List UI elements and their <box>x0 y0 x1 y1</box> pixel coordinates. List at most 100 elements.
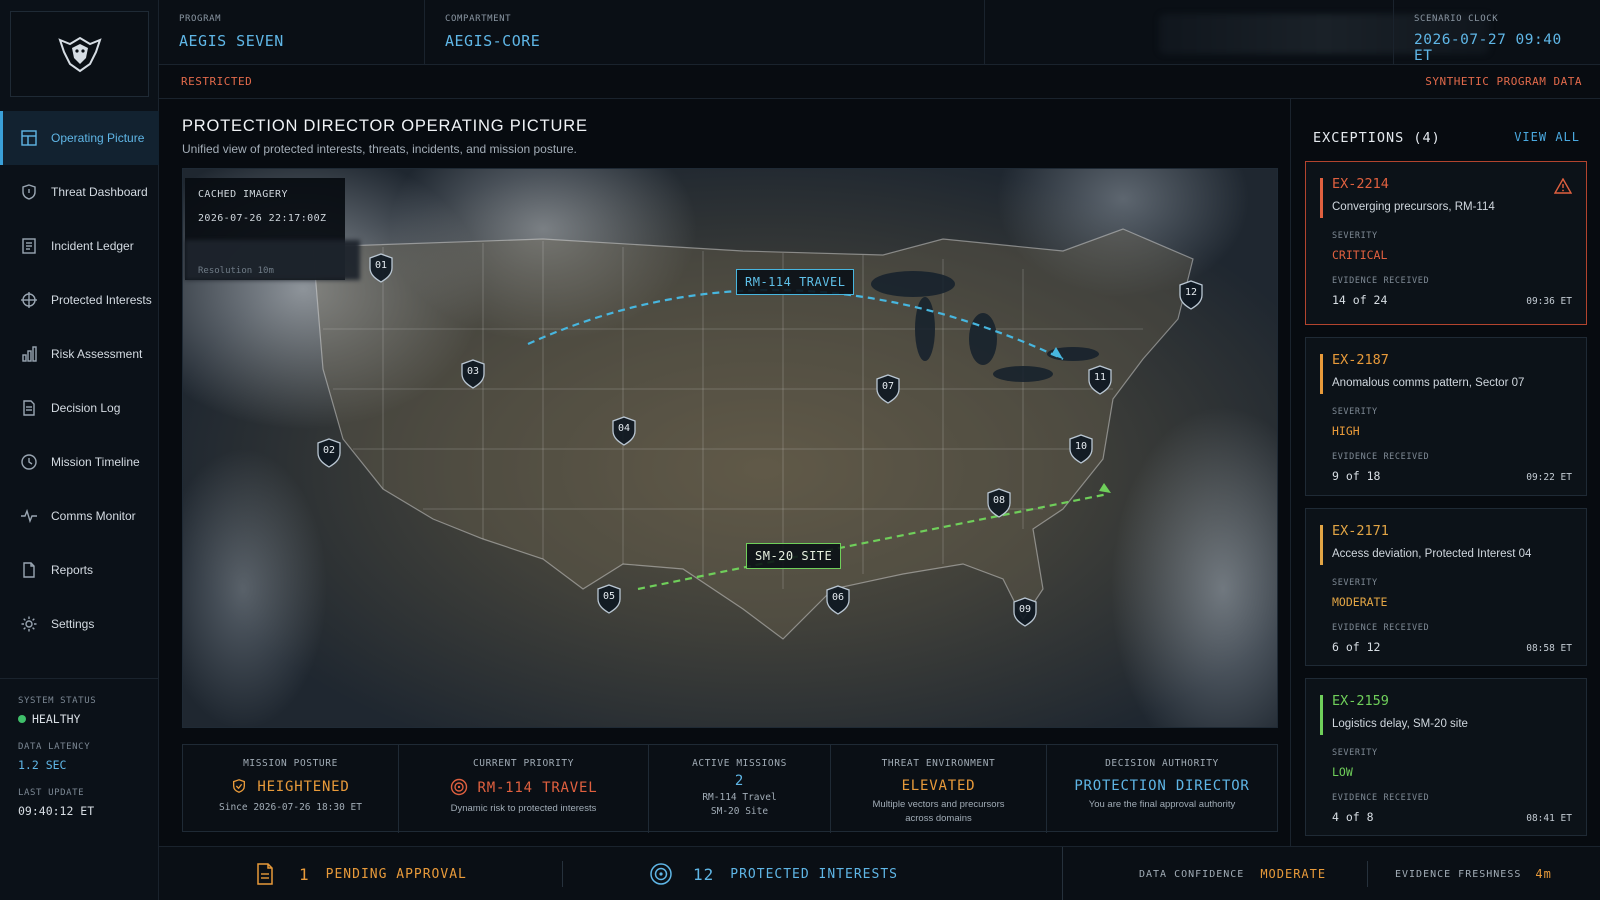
sidebar-item-settings[interactable]: Settings <box>0 597 159 651</box>
grid-icon <box>20 129 38 147</box>
map-marker-12[interactable]: 12 <box>1178 280 1204 310</box>
protected-interests-button[interactable]: 12 PROTECTED INTERESTS <box>649 847 898 900</box>
map-marker-06[interactable]: 06 <box>825 585 851 615</box>
scenario-clock-cell: SCENARIO CLOCK 2026-07-27 09:40 ET <box>1393 0 1600 65</box>
sidebar-item-label: Protected Interests <box>51 293 152 307</box>
pending-label: PENDING APPROVAL <box>325 866 467 882</box>
top-bar: PROGRAM AEGIS SEVEN COMPARTMENT AEGIS-CO… <box>159 0 1600 65</box>
kpi-mission-posture[interactable]: MISSION POSTURE HEIGHTENED Since 2026-07… <box>183 745 399 833</box>
map-marker-09[interactable]: 09 <box>1012 597 1038 627</box>
operating-map[interactable]: CACHED IMAGERY 2026-07-26 22:17:00Z Reso… <box>182 168 1278 728</box>
severity-value: HIGH <box>1332 424 1360 438</box>
sidebar-nav: Operating Picture Threat Dashboard Incid… <box>0 111 159 651</box>
exception-card[interactable]: EX-2159 Logistics delay, SM-20 site SEVE… <box>1305 678 1587 836</box>
evidence-row: 9 of 18 09:22 ET <box>1332 469 1572 483</box>
marker-label: 03 <box>466 366 480 377</box>
exception-id: EX-2159 <box>1332 693 1389 709</box>
evidence-label: EVIDENCE RECEIVED <box>1332 276 1430 286</box>
sidebar-item-comms-monitor[interactable]: Comms Monitor <box>0 489 159 543</box>
sidebar-item-label: Incident Ledger <box>51 239 134 253</box>
evidence-time: 08:58 ET <box>1526 643 1572 654</box>
sidebar-item-reports[interactable]: Reports <box>0 543 159 597</box>
kpi-value: HEIGHTENED <box>183 778 398 795</box>
map-marker-08[interactable]: 08 <box>986 488 1012 518</box>
evidence-time: 08:41 ET <box>1526 813 1572 824</box>
mission-kpi-strip: MISSION POSTURE HEIGHTENED Since 2026-07… <box>182 744 1278 833</box>
view-all-link[interactable]: VIEW ALL <box>1514 130 1580 144</box>
page-subtitle: Unified view of protected interests, thr… <box>182 142 577 156</box>
divider <box>1062 847 1063 900</box>
sidebar-item-label: Mission Timeline <box>51 455 140 469</box>
exception-desc: Anomalous comms pattern, Sector 07 <box>1332 377 1525 389</box>
marker-label: 06 <box>831 592 845 603</box>
route-label-sm-20[interactable]: SM-20 SITE <box>746 543 842 569</box>
kpi-threat-environment[interactable]: THREAT ENVIRONMENT ELEVATED Multiple vec… <box>831 745 1047 833</box>
exception-card[interactable]: EX-2171 Access deviation, Protected Inte… <box>1305 508 1587 666</box>
kpi-value: PROTECTION DIRECTOR <box>1074 778 1250 794</box>
sidebar: Operating Picture Threat Dashboard Incid… <box>0 0 159 900</box>
sidebar-item-operating-picture[interactable]: Operating Picture <box>0 111 159 165</box>
exception-card[interactable]: EX-2187 Anomalous comms pattern, Sector … <box>1305 337 1587 496</box>
severity-value: CRITICAL <box>1332 248 1388 262</box>
evidence-count: 4 of 8 <box>1332 810 1374 824</box>
kpi-label: DECISION AUTHORITY <box>1105 758 1219 769</box>
marker-label: 12 <box>1184 287 1198 298</box>
cached-imagery-label: CACHED IMAGERY <box>198 189 288 200</box>
map-marker-11[interactable]: 11 <box>1087 365 1113 395</box>
map-marker-03[interactable]: 03 <box>460 359 486 389</box>
kpi-value-text: RM-114 TRAVEL <box>477 780 598 796</box>
sidebar-item-label: Reports <box>51 563 94 577</box>
marker-label: 02 <box>322 445 336 456</box>
file-icon <box>20 561 38 579</box>
marker-label: 04 <box>617 423 631 434</box>
sidebar-item-protected-interests[interactable]: Protected Interests <box>0 273 159 327</box>
evidence-count: 9 of 18 <box>1332 469 1381 483</box>
severity-value: MODERATE <box>1332 595 1388 609</box>
status-dot-icon <box>18 715 26 723</box>
kpi-decision-authority[interactable]: DECISION AUTHORITY PROTECTION DIRECTOR Y… <box>1047 745 1277 833</box>
map-marker-04[interactable]: 04 <box>611 416 637 446</box>
confidence-label: DATA CONFIDENCE <box>1139 868 1245 880</box>
sidebar-item-label: Operating Picture <box>51 131 145 145</box>
system-status-text: HEALTHY <box>32 712 81 726</box>
map-marker-10[interactable]: 10 <box>1068 434 1094 464</box>
evidence-freshness: EVIDENCE FRESHNESS 4m <box>1395 847 1552 900</box>
marker-label: 08 <box>992 495 1006 506</box>
severity-label: SEVERITY <box>1332 231 1378 241</box>
system-status-panel: SYSTEM STATUS HEALTHY DATA LATENCY 1.2 S… <box>0 678 159 848</box>
sidebar-item-risk-assessment[interactable]: Risk Assessment <box>0 327 159 381</box>
clock-label: SCENARIO CLOCK <box>1414 14 1499 24</box>
route-label-rm-114[interactable]: RM-114 TRAVEL <box>736 269 855 295</box>
sidebar-item-threat-dashboard[interactable]: Threat Dashboard <box>0 165 159 219</box>
sidebar-item-mission-timeline[interactable]: Mission Timeline <box>0 435 159 489</box>
evidence-count: 6 of 12 <box>1332 640 1381 654</box>
severity-bar <box>1320 178 1323 218</box>
synthetic-data-label: SYNTHETIC PROGRAM DATA <box>1425 75 1582 88</box>
shield-icon <box>233 779 246 793</box>
sidebar-item-label: Settings <box>51 617 95 631</box>
kpi-current-priority[interactable]: CURRENT PRIORITY RM-114 TRAVEL Dynamic r… <box>399 745 649 833</box>
map-marker-02[interactable]: 02 <box>316 438 342 468</box>
sidebar-item-decision-log[interactable]: Decision Log <box>0 381 159 435</box>
exception-card[interactable]: EX-2214 Converging precursors, RM-114 SE… <box>1305 161 1587 325</box>
map-marker-01[interactable]: 01 <box>368 253 394 283</box>
kpi-value-text: HEIGHTENED <box>257 779 350 795</box>
kpi-sub-mission-1: RM-114 Travel <box>702 792 777 803</box>
pending-approval-button[interactable]: 1 PENDING APPROVAL <box>255 847 467 900</box>
sidebar-item-incident-ledger[interactable]: Incident Ledger <box>0 219 159 273</box>
map-marker-05[interactable]: 05 <box>596 584 622 614</box>
evidence-label: EVIDENCE RECEIVED <box>1332 452 1430 462</box>
severity-bar <box>1320 525 1323 565</box>
kpi-active-missions[interactable]: ACTIVE MISSIONS 2 RM-114 Travel SM-20 Si… <box>649 745 831 833</box>
pulse-icon <box>20 507 38 525</box>
warning-icon <box>1554 178 1572 194</box>
exception-desc: Logistics delay, SM-20 site <box>1332 718 1468 730</box>
sidebar-item-label: Comms Monitor <box>51 509 136 523</box>
protected-count: 12 <box>693 864 715 884</box>
latency-label: DATA LATENCY <box>18 742 91 752</box>
exception-desc: Access deviation, Protected Interest 04 <box>1332 548 1532 560</box>
evidence-count: 14 of 24 <box>1332 293 1388 307</box>
system-status-label: SYSTEM STATUS <box>18 696 97 706</box>
map-marker-07[interactable]: 07 <box>875 374 901 404</box>
kpi-sub-mission-2: SM-20 Site <box>710 806 769 817</box>
